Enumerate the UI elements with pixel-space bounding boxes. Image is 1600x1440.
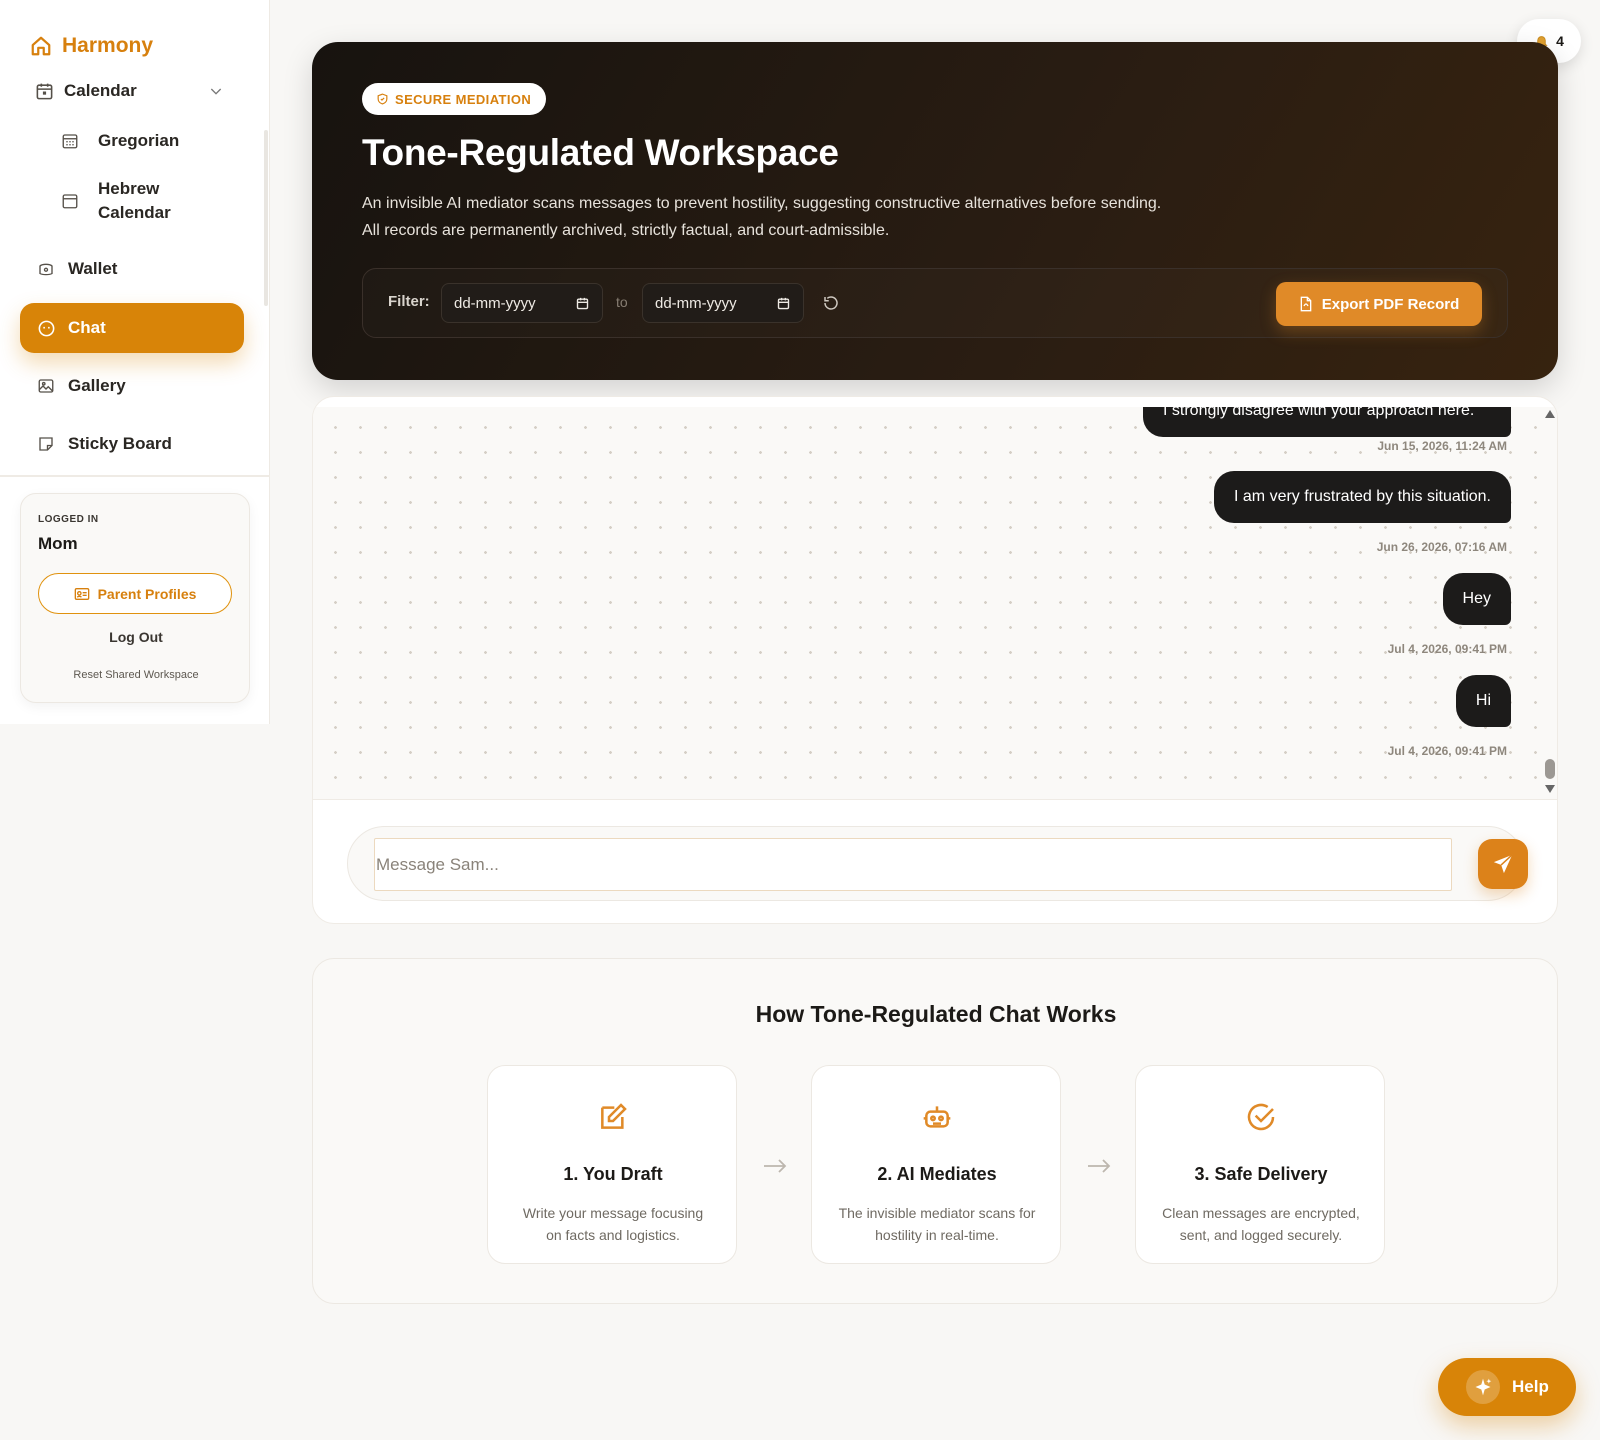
image-icon bbox=[36, 376, 56, 396]
scroll-down-arrow[interactable] bbox=[1545, 785, 1555, 793]
login-status-label: LOGGED IN bbox=[38, 514, 99, 525]
current-user-name: Mom bbox=[38, 534, 78, 553]
sidebar-item-label: Calendar bbox=[64, 81, 137, 100]
pdf-file-icon bbox=[1299, 296, 1313, 312]
sidebar-item-label: Hebrew Calendar bbox=[98, 179, 171, 222]
sticky-note-icon bbox=[36, 434, 56, 454]
message-timestamp: Jun 15, 2026, 11:24 AM bbox=[1377, 439, 1507, 453]
robot-icon bbox=[812, 1101, 1062, 1133]
export-pdf-button[interactable]: Export PDF Record bbox=[1276, 282, 1482, 326]
message-timestamp: Jun 26, 2026, 07:16 AM bbox=[1376, 540, 1507, 554]
message-bubble: Hi bbox=[1455, 675, 1511, 727]
check-circle-icon bbox=[1136, 1101, 1386, 1133]
message-bubble: I strongly disagree with your approach h… bbox=[1143, 407, 1511, 437]
sidebar-item-chat[interactable]: Chat bbox=[20, 303, 244, 353]
calendar-picker-icon[interactable] bbox=[776, 296, 791, 311]
filter-label: Filter: bbox=[388, 293, 430, 310]
chat-scrollbar-thumb[interactable] bbox=[1545, 759, 1555, 779]
step-description: Clean messages are encrypted, sent, and … bbox=[1162, 1205, 1360, 1243]
parent-profiles-button[interactable]: Parent Profiles bbox=[38, 573, 232, 614]
brand-logo[interactable]: Harmony bbox=[30, 34, 153, 58]
home-icon bbox=[30, 35, 52, 57]
wallet-icon bbox=[36, 259, 56, 279]
message-bubble: I am very frustrated by this situation. bbox=[1214, 471, 1511, 523]
shield-icon bbox=[376, 92, 389, 106]
calendar-picker-icon[interactable] bbox=[575, 296, 590, 311]
page-title: Tone-Regulated Workspace bbox=[362, 132, 839, 173]
arrow-right-icon bbox=[1087, 1159, 1111, 1173]
message-timestamp: Jul 4, 2026, 09:41 PM bbox=[1387, 642, 1507, 656]
step-card-mediates: 2. AI Mediates The invisible mediator sc… bbox=[811, 1065, 1061, 1264]
date-from-placeholder: dd-mm-yyyy bbox=[454, 294, 536, 312]
date-to-input[interactable]: dd-mm-yyyy bbox=[642, 283, 804, 323]
step-title: 3. Safe Delivery bbox=[1194, 1164, 1328, 1184]
account-card: LOGGED IN Mom Parent Profiles Log Out Re… bbox=[20, 493, 250, 703]
sidebar-item-sticky-board[interactable]: Sticky Board bbox=[20, 426, 244, 462]
sidebar-item-label: Sticky Board bbox=[68, 434, 172, 453]
step-title: 1. You Draft bbox=[563, 1164, 663, 1184]
chat-panel: I strongly disagree with your approach h… bbox=[312, 396, 1558, 924]
step-card-draft: 1. You Draft Write your message focusing… bbox=[487, 1065, 737, 1264]
sidebar-item-label: Gallery bbox=[68, 376, 126, 395]
message-text: I strongly disagree with your approach h… bbox=[1163, 407, 1475, 419]
help-button[interactable]: Help bbox=[1438, 1358, 1576, 1416]
secure-mediation-badge: SECURE MEDIATION bbox=[362, 83, 547, 115]
help-label: Help bbox=[1512, 1377, 1549, 1396]
message-bubble: Hey bbox=[1442, 573, 1511, 625]
send-button[interactable] bbox=[1478, 839, 1528, 889]
sparkle-icon bbox=[1466, 1370, 1500, 1404]
date-to-placeholder: dd-mm-yyyy bbox=[655, 294, 737, 312]
chevron-down-icon[interactable] bbox=[208, 83, 224, 99]
message-text: Hey bbox=[1462, 590, 1491, 607]
send-icon bbox=[1492, 853, 1514, 875]
reset-filter-icon[interactable] bbox=[822, 294, 840, 312]
sidebar-item-calendar[interactable]: Calendar bbox=[20, 76, 244, 106]
step-card-delivery: 3. Safe Delivery Clean messages are encr… bbox=[1135, 1065, 1385, 1264]
filter-separator: to bbox=[616, 294, 628, 310]
export-label: Export PDF Record bbox=[1321, 295, 1460, 313]
step-description: The invisible mediator scans for hostili… bbox=[838, 1205, 1036, 1243]
reset-workspace-link[interactable]: Reset Shared Workspace bbox=[21, 669, 251, 681]
message-timestamp: Jul 4, 2026, 09:41 PM bbox=[1387, 744, 1507, 758]
sidebar-divider bbox=[0, 475, 270, 477]
message-list[interactable]: I strongly disagree with your approach h… bbox=[313, 407, 1557, 800]
calendar-icon bbox=[34, 81, 54, 101]
id-card-icon bbox=[74, 587, 90, 601]
notification-count: 4 bbox=[1556, 33, 1564, 49]
message-composer bbox=[347, 826, 1528, 901]
calendar-blank-icon bbox=[60, 191, 80, 211]
how-it-works-panel: How Tone-Regulated Chat Works 1. You Dra… bbox=[312, 958, 1558, 1304]
sidebar: Harmony Calendar Gregorian Hebrew Calend… bbox=[0, 0, 270, 724]
sidebar-item-hebrew-calendar[interactable]: Hebrew Calendar bbox=[60, 174, 240, 228]
logout-button[interactable]: Log Out bbox=[21, 629, 251, 645]
sidebar-item-label: Chat bbox=[68, 318, 106, 337]
sidebar-item-label: Wallet bbox=[68, 259, 118, 278]
edit-icon bbox=[488, 1101, 738, 1133]
page-description: An invisible AI mediator scans messages … bbox=[362, 195, 1162, 239]
message-text: Hi bbox=[1475, 692, 1491, 709]
badge-label: SECURE MEDIATION bbox=[395, 91, 532, 107]
brand-name: Harmony bbox=[62, 34, 154, 57]
message-input[interactable] bbox=[374, 838, 1452, 891]
sidebar-item-gallery[interactable]: Gallery bbox=[20, 368, 244, 404]
section-title: How Tone-Regulated Chat Works bbox=[755, 1001, 1117, 1027]
chat-bubble-icon bbox=[36, 318, 56, 338]
arrow-right-icon bbox=[763, 1159, 787, 1173]
date-from-input[interactable]: dd-mm-yyyy bbox=[441, 283, 603, 323]
sidebar-scrollbar[interactable] bbox=[264, 130, 268, 306]
message-text: I am very frustrated by this situation. bbox=[1234, 488, 1491, 505]
step-title: 2. AI Mediates bbox=[877, 1164, 997, 1184]
hero-panel: SECURE MEDIATION Tone-Regulated Workspac… bbox=[312, 42, 1558, 380]
parent-profiles-label: Parent Profiles bbox=[97, 585, 197, 602]
scroll-up-arrow[interactable] bbox=[1545, 410, 1555, 418]
sidebar-item-gregorian[interactable]: Gregorian bbox=[60, 126, 240, 156]
filter-bar: Filter: dd-mm-yyyy to dd-mm-yyyy Export … bbox=[362, 268, 1508, 338]
sidebar-item-label: Gregorian bbox=[98, 131, 180, 150]
sidebar-item-wallet[interactable]: Wallet bbox=[20, 251, 244, 287]
calendar-grid-icon bbox=[60, 131, 80, 151]
step-description: Write your message focusing on facts and… bbox=[522, 1205, 704, 1243]
